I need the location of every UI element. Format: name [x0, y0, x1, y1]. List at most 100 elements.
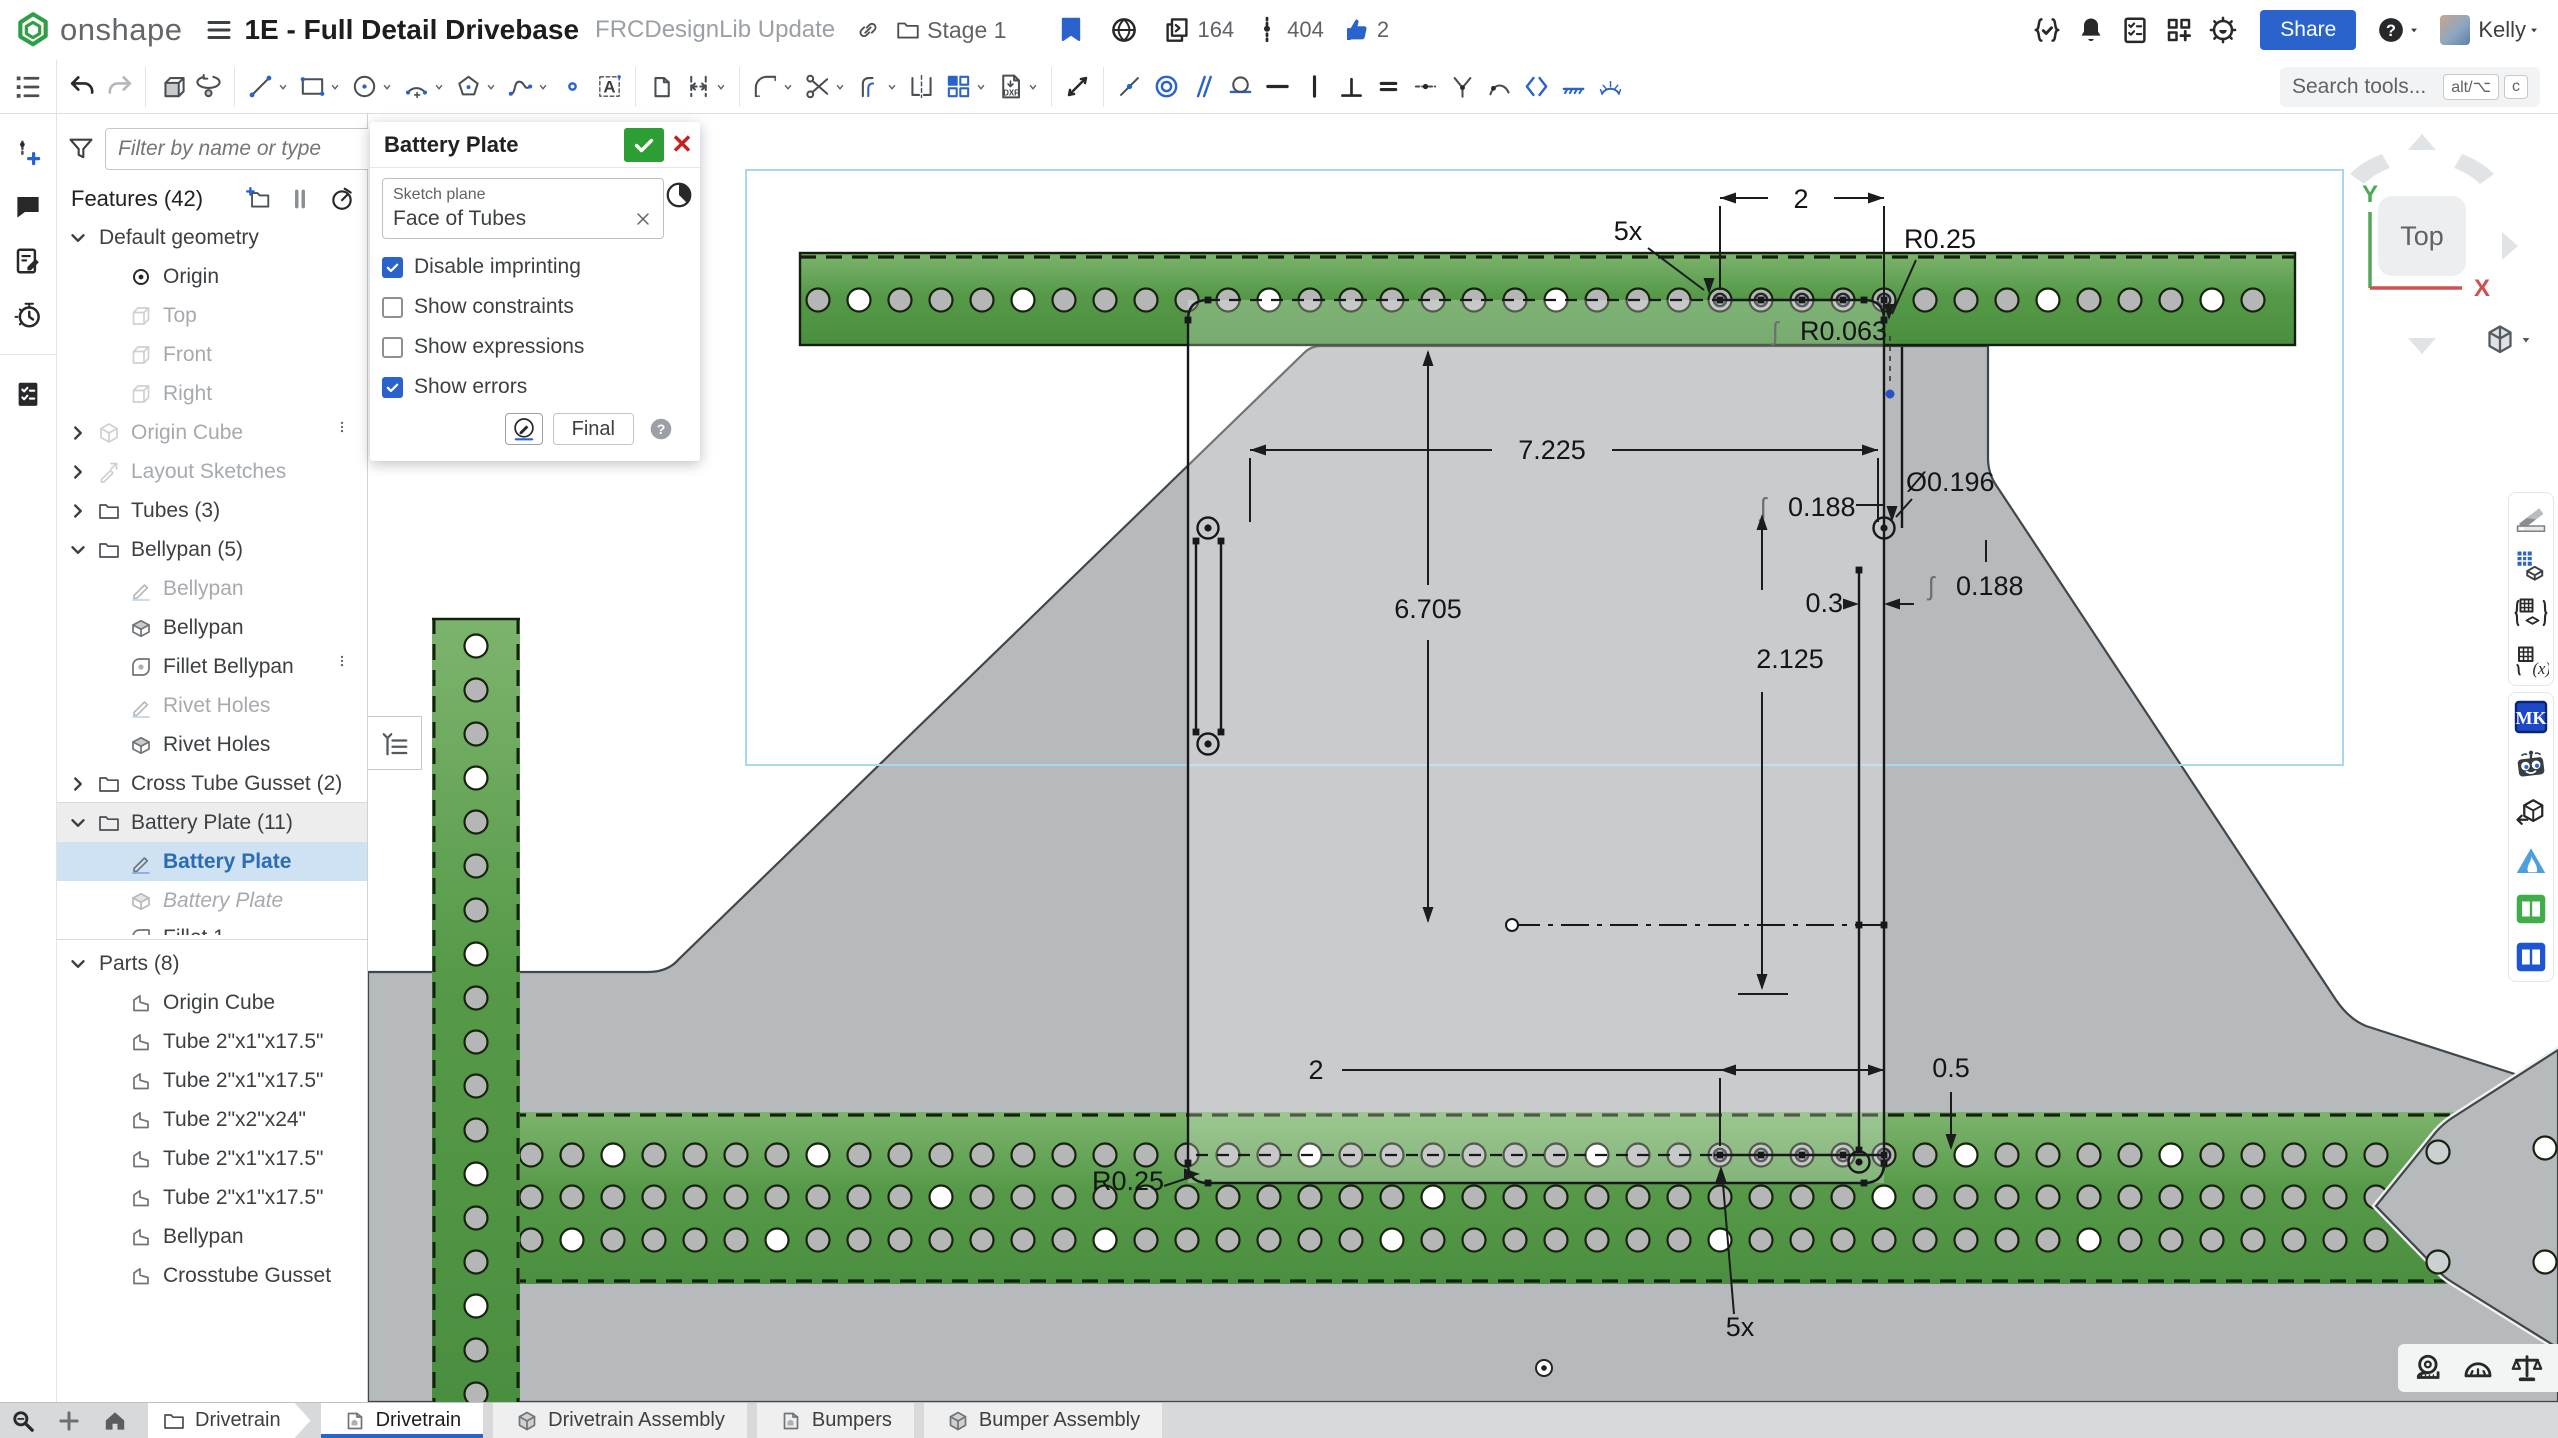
chevron-down-icon[interactable] — [67, 812, 89, 834]
insert-new-icon[interactable] — [13, 138, 43, 168]
rectangle-tool-button[interactable] — [294, 69, 346, 104]
tab-drivetrain-assembly[interactable]: Drivetrain Assembly — [493, 1403, 747, 1438]
feature-row-bellypan[interactable]: Bellypan — [57, 569, 367, 608]
dropdown-caret-icon[interactable] — [885, 80, 899, 94]
feature-row-bellypan-5-[interactable]: Bellypan (5) — [57, 530, 367, 569]
constraint-pierce-button[interactable] — [1444, 69, 1481, 104]
feature-row-fillet-bellypan[interactable]: Fillet Bellypan — [57, 647, 367, 686]
collapse-feature-list-button[interactable] — [368, 716, 422, 770]
checkbox-show-constraints[interactable]: Show constraints — [382, 295, 688, 319]
public-stat[interactable] — [1109, 15, 1144, 45]
feature-row-fillet-1[interactable]: Fillet 1 — [57, 920, 367, 935]
chevron-right-icon[interactable] — [67, 461, 89, 483]
green-book-app[interactable] — [2513, 891, 2549, 927]
breadcrumb-folder-tab[interactable]: Drivetrain — [148, 1403, 311, 1438]
constraint-concentric-button[interactable] — [1148, 69, 1185, 104]
dxf-import-tool-button[interactable]: DXF — [992, 69, 1044, 104]
feature-row-tube-2-x2-x24-[interactable]: Tube 2"x2"x24" — [57, 1100, 367, 1139]
line-tool-button[interactable] — [242, 69, 294, 104]
tape-measure-icon[interactable] — [2413, 1351, 2447, 1385]
offset-curve-tool-button[interactable] — [851, 69, 903, 104]
apps-store-icon[interactable] — [2164, 15, 2194, 45]
row-overflow-icon[interactable] — [335, 654, 349, 680]
sketch-plane-field[interactable]: Sketch plane Face of Tubes — [382, 178, 664, 239]
robot-app[interactable] — [2513, 747, 2549, 783]
appearance-app[interactable] — [2513, 499, 2549, 535]
constraint-midpoint-button[interactable] — [1407, 69, 1444, 104]
checkbox-box[interactable] — [382, 257, 403, 278]
spline-tool-button[interactable] — [502, 69, 554, 104]
feature-row-rivet-holes[interactable]: Rivet Holes — [57, 686, 367, 725]
pattern-tool-button[interactable] — [940, 69, 992, 104]
constraint-perpendicular-button[interactable] — [1333, 69, 1370, 104]
timer-icon[interactable] — [329, 186, 355, 212]
model-canvas[interactable]: 25xR0.25ʃR0.0637.2256.705ʃ0.188Ø0.196ʃ0.… — [368, 114, 2558, 1402]
help-caret-icon[interactable] — [2406, 15, 2422, 45]
feature-row-layout-sketches[interactable]: Layout Sketches — [57, 452, 367, 491]
feature-row-rivet-holes[interactable]: Rivet Holes — [57, 725, 367, 764]
onshape-logo-icon[interactable] — [14, 11, 52, 49]
feature-row-right[interactable]: Right — [57, 374, 367, 413]
partial-scope-icon[interactable] — [664, 180, 694, 210]
tasks-icon[interactable] — [2120, 15, 2150, 45]
new-folder-icon[interactable] — [245, 186, 271, 212]
curvature-comb-button[interactable] — [1592, 69, 1629, 104]
sketch-preview-button[interactable] — [505, 413, 543, 445]
feature-row-origin-cube[interactable]: Origin Cube — [57, 413, 367, 452]
feature-row-battery-plate-11-[interactable]: Battery Plate (11) — [57, 803, 367, 842]
tab-drivetrain[interactable]: Drivetrain — [321, 1403, 484, 1438]
dialog-help-icon[interactable]: ? — [648, 416, 674, 442]
checkbox-show-errors[interactable]: Show errors — [382, 375, 688, 399]
triangle-app[interactable] — [2513, 843, 2549, 879]
checkbox-disable-imprinting[interactable]: Disable imprinting — [382, 255, 688, 279]
dropdown-caret-icon[interactable] — [276, 80, 290, 94]
export-cube-app[interactable] — [2513, 795, 2549, 831]
point-tool-button[interactable] — [554, 69, 591, 104]
constraint-equal-button[interactable] — [1370, 69, 1407, 104]
link-icon[interactable] — [855, 17, 881, 43]
feature-row-tube-2-x1-x17-5-[interactable]: Tube 2"x1"x17.5" — [57, 1178, 367, 1217]
share-button[interactable]: Share — [2260, 10, 2356, 50]
text-tool-button[interactable]: A — [591, 69, 628, 104]
feature-row-bellypan[interactable]: Bellypan — [57, 608, 367, 647]
home-icon[interactable] — [92, 1403, 138, 1438]
tab-bumper-assembly[interactable]: Bumper Assembly — [924, 1403, 1162, 1438]
feature-row-tubes-3-[interactable]: Tubes (3) — [57, 491, 367, 530]
extrude-tool-button[interactable] — [153, 69, 190, 104]
search-tabs-icon[interactable] — [0, 1403, 46, 1438]
edit-doc-icon[interactable] — [13, 246, 43, 276]
comment-icon[interactable] — [13, 192, 43, 222]
checkbox-show-expressions[interactable]: Show expressions — [382, 335, 688, 359]
clear-selection-icon[interactable] — [633, 209, 653, 229]
row-overflow-icon[interactable] — [335, 420, 349, 446]
use-tool-button[interactable] — [643, 69, 680, 104]
dropdown-caret-icon[interactable] — [714, 80, 728, 94]
feature-row-cross-tube-gusset-2-[interactable]: Cross Tube Gusset (2) — [57, 764, 367, 803]
dimension-tool-button[interactable] — [1059, 69, 1096, 104]
mirror-tool-button[interactable] — [903, 69, 940, 104]
offset-plane-tool-button[interactable] — [680, 69, 732, 104]
polygon-tool-button[interactable] — [450, 69, 502, 104]
feature-row-crosstube-gusset[interactable]: Crosstube Gusset — [57, 1256, 367, 1295]
notifications-bell-icon[interactable] — [2076, 15, 2106, 45]
fillet-tool-button[interactable] — [747, 69, 799, 104]
chevron-right-icon[interactable] — [67, 422, 89, 444]
copies-stat[interactable]: 164 — [1162, 15, 1234, 45]
constraint-fix-button[interactable] — [1555, 69, 1592, 104]
circle-tool-button[interactable] — [346, 69, 398, 104]
references-stat[interactable]: 404 — [1252, 15, 1324, 45]
feature-row-bellypan[interactable]: Bellypan — [57, 1217, 367, 1256]
protractor-icon[interactable] — [2461, 1351, 2495, 1385]
filter-funnel-icon[interactable] — [67, 135, 95, 163]
chevron-down-icon[interactable] — [67, 227, 89, 249]
view-mode-dropdown[interactable] — [2482, 322, 2534, 358]
dropdown-caret-icon[interactable] — [484, 80, 498, 94]
user-menu[interactable]: Kelly — [2440, 15, 2542, 45]
feature-row-origin[interactable]: Origin — [57, 257, 367, 296]
dropdown-caret-icon[interactable] — [833, 80, 847, 94]
history-icon[interactable] — [13, 300, 43, 330]
document-title[interactable]: 1E - Full Detail Drivebase — [244, 14, 579, 46]
feature-row-battery-plate[interactable]: Battery Plate — [57, 842, 367, 881]
fx-table-app[interactable]: (x) — [2513, 643, 2549, 679]
redo-button[interactable] — [101, 69, 138, 104]
